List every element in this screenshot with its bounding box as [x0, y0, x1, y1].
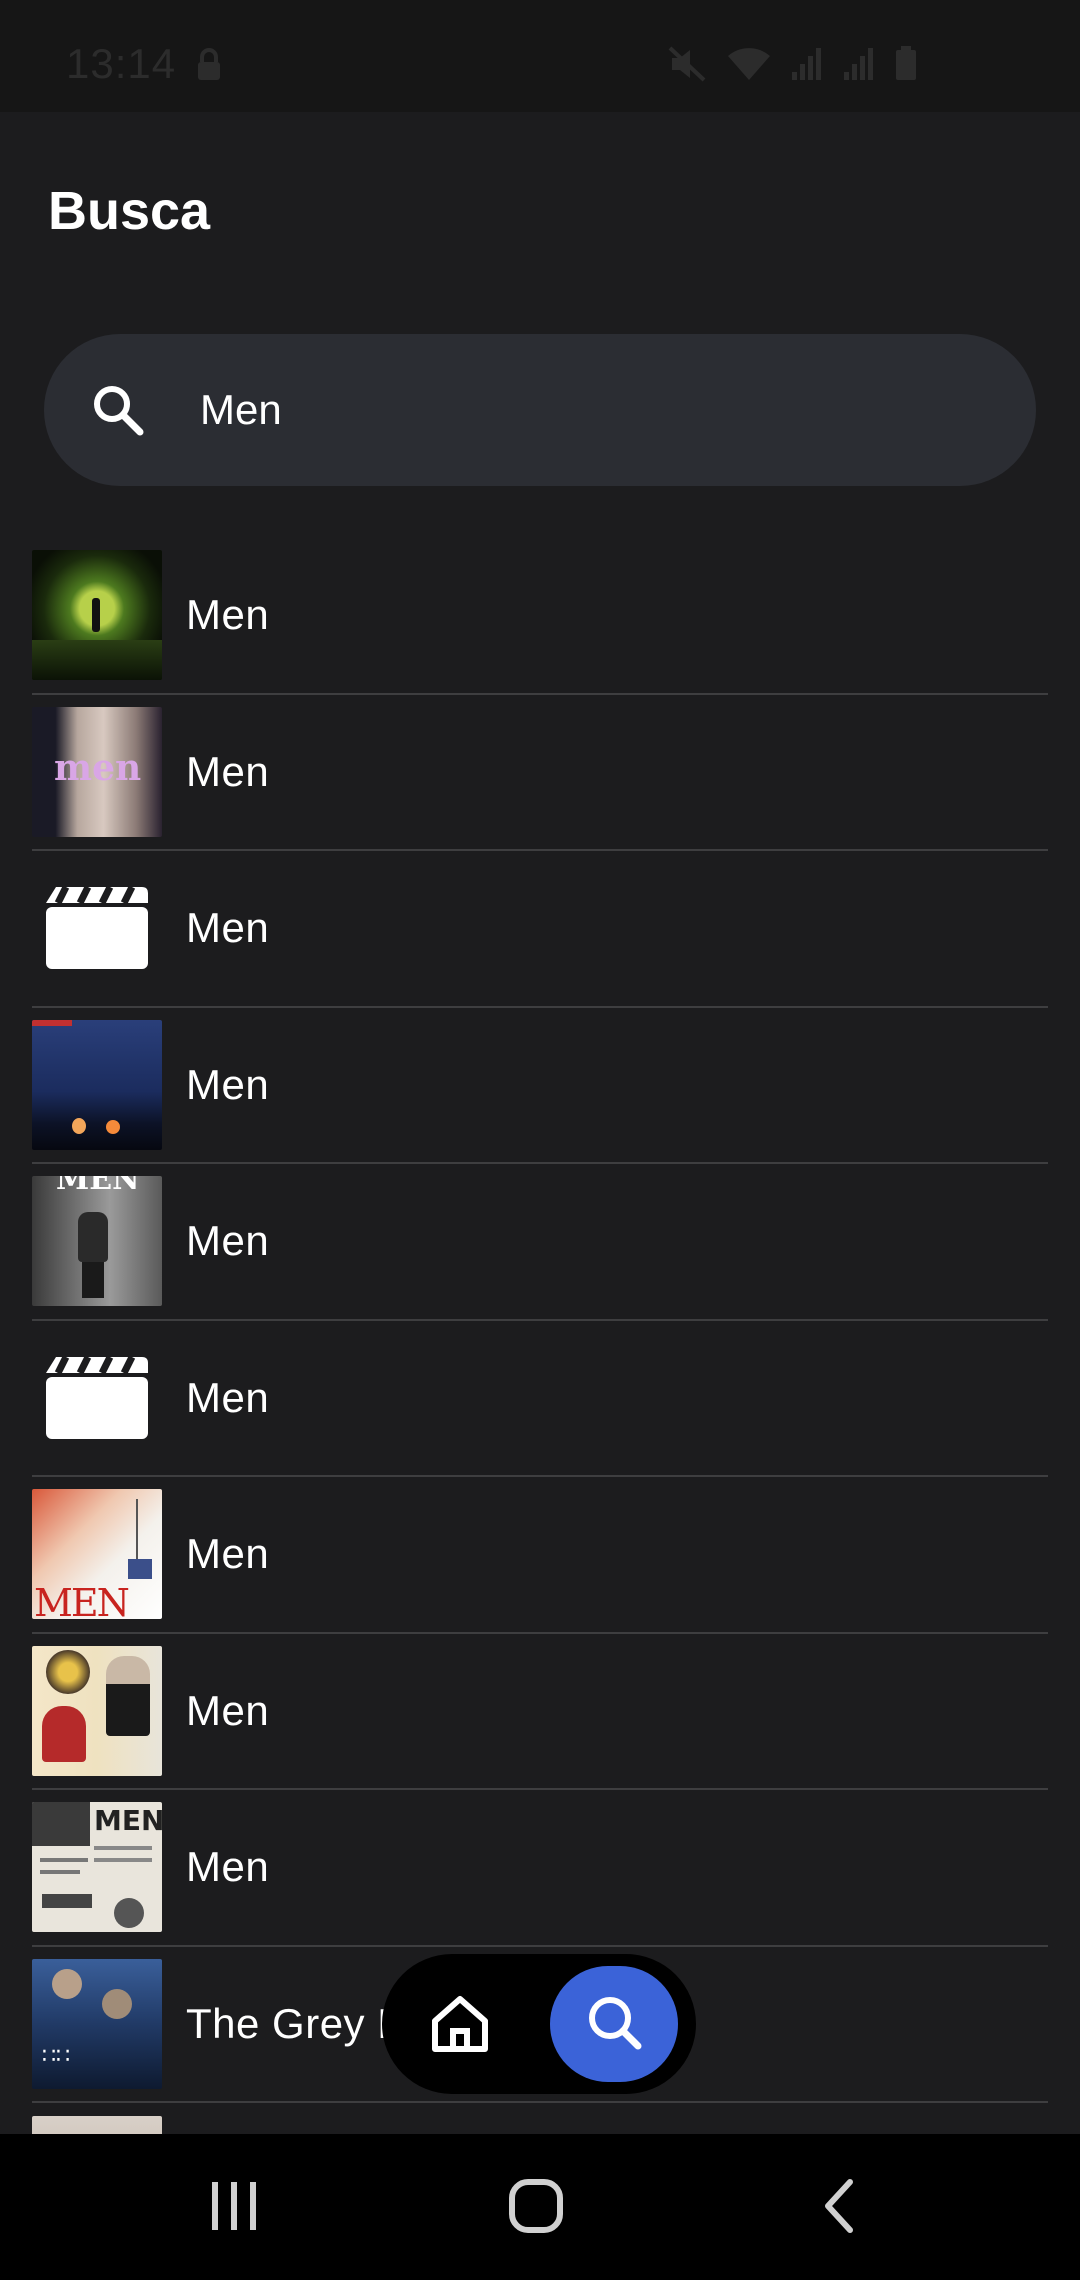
status-icons: [668, 46, 918, 87]
result-title: Men: [186, 1217, 270, 1265]
result-item[interactable]: MEN Men: [32, 1790, 1048, 1947]
partial-poster: [32, 2116, 162, 2134]
action-poster: ∷∷: [32, 1958, 162, 2089]
home-icon[interactable]: [420, 1984, 500, 2064]
result-title: Men: [186, 1530, 270, 1578]
result-item[interactable]: Men: [32, 538, 1048, 695]
result-title: Men: [186, 1686, 270, 1734]
page-title: Busca: [48, 181, 211, 241]
result-item[interactable]: MEN Men: [32, 1477, 1048, 1634]
result-item[interactable]: Men: [32, 1634, 1048, 1790]
bottom-nav: [382, 1954, 696, 2094]
back-icon[interactable]: [812, 2178, 868, 2234]
bw-street-poster: MEN: [32, 1176, 162, 1307]
wifi-icon: [726, 46, 772, 87]
mute-icon: [668, 46, 708, 87]
status-time: 13:14: [66, 40, 177, 87]
result-item[interactable]: Men: [32, 851, 1048, 1008]
poster-text: MEN: [56, 1176, 140, 1198]
signal-icon: [790, 46, 824, 87]
newspaper-ad-poster: MEN: [32, 1802, 162, 1933]
result-item[interactable]: Men: [32, 1008, 1048, 1164]
lock-icon: [196, 48, 222, 87]
vintage-couple-poster: [32, 1645, 162, 1776]
results-list: Men men Men Men Men MEN Men Men MEN Men …: [32, 538, 1048, 2134]
home-button-icon[interactable]: [508, 2178, 564, 2234]
poster-text: men: [54, 746, 142, 789]
result-title: Men: [186, 1373, 270, 1421]
red-title-poster: MEN: [32, 1489, 162, 1620]
recents-icon[interactable]: [206, 2178, 262, 2234]
search-icon: [90, 382, 146, 443]
result-item[interactable]: MEN Men: [32, 1164, 1048, 1321]
search-input[interactable]: [200, 374, 980, 446]
status-bar: 13:14: [0, 0, 1080, 112]
result-title: Men: [186, 904, 270, 952]
search-icon: [584, 1992, 644, 2057]
night-scene-poster: [32, 1019, 162, 1150]
result-item[interactable]: Men: [32, 1321, 1048, 1477]
result-title: The Grey M: [186, 1999, 413, 2047]
poster-text: MEN: [34, 1581, 130, 1620]
result-item[interactable]: men Men: [32, 695, 1048, 851]
system-nav-bar: [0, 2134, 1080, 2280]
result-title: Men: [186, 1060, 270, 1108]
tunnel-poster: [32, 550, 162, 681]
clapperboard-placeholder-icon: [32, 863, 162, 993]
search-screen: Busca Men men Men: [0, 112, 1080, 2134]
result-title: Men: [186, 747, 270, 795]
search-bar[interactable]: [44, 334, 1036, 486]
signal-icon: [842, 46, 876, 87]
clapperboard-placeholder-icon: [32, 1333, 162, 1463]
battery-icon: [894, 46, 918, 87]
men-mannequin-poster: men: [32, 706, 162, 837]
nav-search-button[interactable]: [550, 1966, 678, 2082]
result-item[interactable]: [32, 2103, 1048, 2134]
poster-text: MEN: [94, 1804, 162, 1838]
result-title: Men: [186, 591, 270, 639]
result-title: Men: [186, 1843, 270, 1891]
